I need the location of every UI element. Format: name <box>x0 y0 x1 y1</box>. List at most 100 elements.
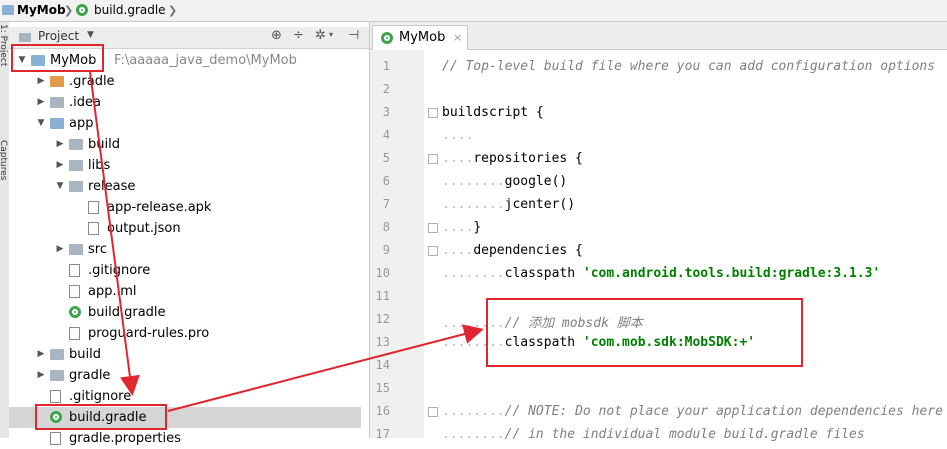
code-token: 'com.mob.sdk:MobSDK:+' <box>582 335 756 350</box>
fold-marker-icon[interactable] <box>428 246 438 256</box>
target-icon[interactable]: ⊕ <box>271 28 282 43</box>
code-line: // Top-level build file where you can ad… <box>442 59 935 74</box>
tree-item-label: gradle <box>69 368 111 383</box>
tree-item[interactable]: ▶ .idea <box>9 92 361 113</box>
tree-item-label: release <box>88 179 136 194</box>
collapse-arrow-icon[interactable]: ▶ <box>36 92 46 113</box>
gear-icon[interactable]: ✲ <box>315 28 326 43</box>
code-line: ........jcenter() <box>442 197 575 212</box>
close-tab-icon[interactable]: × <box>453 26 462 49</box>
code-line: ....dependencies { <box>442 243 583 258</box>
tree-item[interactable]: .gitignore <box>9 386 361 407</box>
captures-tool-tab[interactable]: Captures <box>0 140 8 180</box>
line-number: 3 <box>382 105 390 119</box>
code-token: ........ <box>442 335 505 350</box>
tree-item[interactable]: ▶ gradle <box>9 365 361 386</box>
line-number: 12 <box>375 312 390 326</box>
line-number: 16 <box>375 404 390 418</box>
code-token: repositories { <box>473 151 583 166</box>
code-line: ........google() <box>442 174 567 189</box>
collapse-arrow-icon[interactable]: ▶ <box>55 155 65 176</box>
collapse-all-icon[interactable]: ÷ <box>293 28 304 43</box>
gradle-file-icon <box>50 411 62 423</box>
dropdown-arrow-icon[interactable]: ▼ <box>87 30 94 40</box>
tree-item-label: build.gradle <box>69 410 147 425</box>
code-token: ........ <box>442 316 505 331</box>
code-token: ........ <box>442 197 505 212</box>
dropdown-arrow-icon[interactable]: ▾ <box>329 30 333 39</box>
expand-arrow-icon[interactable]: ▼ <box>55 176 65 197</box>
line-number: 10 <box>375 266 390 280</box>
folder-icon <box>69 181 83 192</box>
project-view-selector[interactable]: Project <box>38 29 79 43</box>
file-icon <box>88 201 99 214</box>
code-token: ........ <box>442 427 505 442</box>
code-token: // NOTE: Do not place your application d… <box>504 404 943 419</box>
collapse-arrow-icon[interactable]: ▶ <box>55 134 65 155</box>
module-folder-icon <box>31 55 45 66</box>
file-icon <box>50 390 61 403</box>
collapse-arrow-icon[interactable]: ▶ <box>55 239 65 260</box>
code-token: .... <box>442 151 474 166</box>
hide-panel-icon[interactable]: ⊣ <box>348 28 359 43</box>
tree-item[interactable]: build.gradle <box>9 302 361 323</box>
expand-arrow-icon[interactable]: ▼ <box>36 113 46 134</box>
tree-item[interactable]: proguard-rules.pro <box>9 323 361 344</box>
tree-item-label: .idea <box>69 95 101 110</box>
tree-item[interactable]: ▶ libs <box>9 155 361 176</box>
code-token: // Top-level build file where you can ad… <box>442 59 936 74</box>
tree-item[interactable]: app.iml <box>9 281 361 302</box>
tree-item-label: gradle.properties <box>69 431 181 446</box>
tree-item-label: build.gradle <box>88 305 166 320</box>
tree-item-label: src <box>88 242 107 257</box>
tree-item-path: F:\aaaaa_java_demo\MyMob <box>114 53 297 68</box>
line-number: 4 <box>382 128 390 142</box>
code-line: ........classpath 'com.android.tools.bui… <box>442 266 880 281</box>
tree-item[interactable]: ▶ build <box>9 344 361 365</box>
line-number-gutter: 1 2 3 4 5 6 7 8 9 10 11 12 13 14 15 16 17 <box>370 50 424 441</box>
tree-item[interactable]: ▶ build <box>9 134 361 155</box>
expand-arrow-icon[interactable]: ▼ <box>17 50 27 71</box>
code-token: dependencies { <box>473 243 583 258</box>
code-line: ....repositories { <box>442 151 583 166</box>
line-number: 7 <box>382 197 390 211</box>
module-folder-icon <box>50 118 64 129</box>
tree-item[interactable]: app-release.apk <box>9 197 361 218</box>
chevron-right-icon: ❯ <box>64 4 74 17</box>
tab-mymob[interactable]: MyMob × <box>372 25 468 50</box>
gradle-file-icon <box>69 306 81 318</box>
tree-item[interactable]: .gitignore <box>9 260 361 281</box>
tree-item[interactable]: ▶ .gradle <box>9 71 361 92</box>
tree-item[interactable]: ▼ app <box>9 113 361 134</box>
fold-marker-icon[interactable] <box>428 154 438 164</box>
file-icon <box>69 264 80 277</box>
tree-item-label: app <box>69 116 94 131</box>
code-token: } <box>473 220 482 235</box>
code-token: ........ <box>442 266 505 281</box>
file-icon <box>69 285 80 298</box>
project-tool-tab[interactable]: 1: Project <box>0 24 8 66</box>
tree-item[interactable]: build.gradle <box>9 407 361 428</box>
tree-item[interactable]: ▼ MyMob F:\aaaaa_java_demo\MyMob <box>9 50 361 71</box>
collapse-arrow-icon[interactable]: ▶ <box>36 344 46 365</box>
editor-tab-bar: MyMob × <box>370 22 947 50</box>
tree-item-label: libs <box>88 158 111 173</box>
collapse-arrow-icon[interactable]: ▶ <box>36 365 46 386</box>
fold-marker-icon[interactable] <box>428 223 438 233</box>
chevron-right-icon: ❯ <box>168 4 178 17</box>
code-line: buildscript { <box>442 105 544 120</box>
tree-item[interactable]: gradle.properties <box>9 428 361 449</box>
code-line: ....} <box>442 220 481 235</box>
tree-item-label: output.json <box>107 221 181 236</box>
fold-marker-icon[interactable] <box>428 108 438 118</box>
tree-item[interactable]: ▼ release <box>9 176 361 197</box>
code-editor: MyMob × 1 2 3 4 5 6 7 8 9 10 11 12 13 14 15 16 17 // Top… <box>370 22 947 442</box>
fold-marker-icon[interactable] <box>428 407 438 417</box>
tree-item-label: proguard-rules.pro <box>88 326 210 341</box>
tree-item[interactable]: output.json <box>9 218 361 239</box>
collapse-arrow-icon[interactable]: ▶ <box>36 71 46 92</box>
tree-item-label: build <box>69 347 101 362</box>
folder-icon <box>69 244 83 255</box>
code-token: // in the individual module build.gradle… <box>504 427 865 442</box>
tree-item[interactable]: ▶ src <box>9 239 361 260</box>
